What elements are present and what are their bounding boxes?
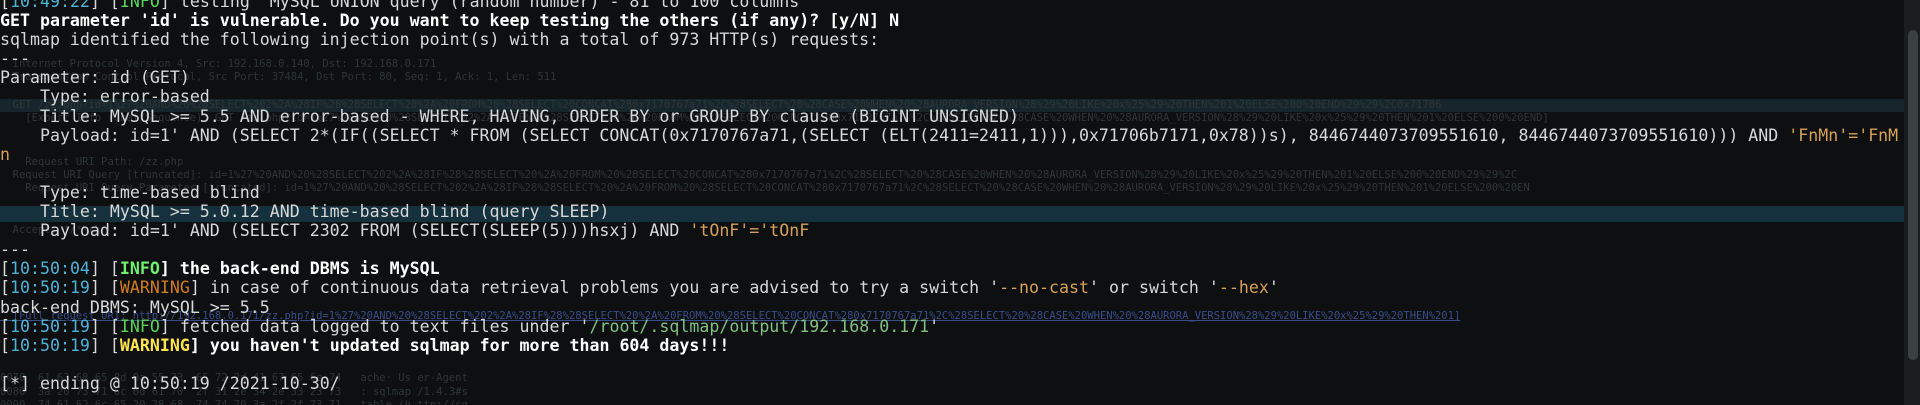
- terminal-text-segment: ---: [0, 240, 30, 260]
- terminal-text-segment: Parameter: id (GET): [0, 68, 190, 88]
- terminal-text-segment: Payload: id=1' AND (SELECT 2*(IF((SELECT…: [0, 125, 1789, 145]
- terminal-text-segment: Title: MySQL >= 5.5 AND error-based - WH…: [0, 106, 1020, 126]
- terminal-line: back-end DBMS: MySQL >= 5.5: [0, 298, 1920, 317]
- terminal-text-segment: ] [: [89, 278, 120, 298]
- terminal-text-segment: 10:50:19: [10, 316, 90, 336]
- terminal-text-segment: 'tOnF'='tOnF: [689, 221, 810, 241]
- terminal-scrollbar[interactable]: [1904, 0, 1920, 405]
- terminal-text-segment: /root/.sqlmap/output/192.168.0.171: [589, 316, 930, 336]
- scrollbar-thumb[interactable]: [1908, 30, 1918, 360]
- terminal-text-segment: ': [929, 316, 940, 336]
- terminal-line: ---: [0, 49, 1920, 68]
- terminal-line: GET parameter 'id' is vulnerable. Do you…: [0, 11, 1920, 30]
- terminal-line: Title: MySQL >= 5.5 AND error-based - WH…: [0, 107, 1920, 126]
- terminal-line: [10:50:19] [WARNING] you haven't updated…: [0, 336, 1920, 355]
- terminal-text-segment: [*] ending @ 10:50:19 /2021-10-30/: [0, 373, 340, 393]
- terminal-text-segment: 'FnMn'='FnM: [1788, 125, 1899, 145]
- terminal-text-segment: [: [0, 335, 10, 355]
- terminal-line: [10:50:19] [WARNING] in case of continuo…: [0, 278, 1920, 297]
- terminal-text-segment: Type: error-based: [0, 87, 210, 107]
- terminal-line: ---: [0, 240, 1920, 259]
- terminal-text-segment: ] [: [89, 335, 120, 355]
- terminal-text-segment: ] the back-end DBMS is MySQL: [159, 259, 440, 279]
- terminal-text-segment: ] testing 'MySQL UNION query (random num…: [159, 0, 810, 11]
- terminal-text-segment: ] fetched data logged to text files unde…: [159, 316, 590, 336]
- terminal-text-segment: [: [0, 278, 10, 298]
- terminal-line: Type: time-based blind: [0, 183, 1920, 202]
- terminal-text-segment: --hex: [1218, 278, 1269, 298]
- terminal-line: Parameter: id (GET): [0, 68, 1920, 87]
- terminal-line: Payload: id=1' AND (SELECT 2*(IF((SELECT…: [0, 126, 1920, 145]
- terminal-line: Type: error-based: [0, 87, 1920, 106]
- terminal-text-segment: GET parameter 'id' is vulnerable. Do you…: [0, 11, 900, 31]
- terminal-line: [*] ending @ 10:50:19 /2021-10-30/: [0, 374, 1920, 393]
- terminal-text-segment: back-end DBMS: MySQL >= 5.5: [0, 297, 270, 317]
- terminal-text-segment: ': [1268, 278, 1279, 298]
- terminal-text-segment: ---: [0, 49, 30, 69]
- terminal-text-segment: [: [0, 259, 10, 279]
- terminal-line: [10:50:19] [INFO] fetched data logged to…: [0, 317, 1920, 336]
- terminal-text-segment: 10:49:22: [10, 0, 90, 11]
- terminal-text-segment: ] [: [89, 316, 120, 336]
- terminal-line: Payload: id=1' AND (SELECT 2302 FROM (SE…: [0, 221, 1920, 240]
- terminal-text-segment: INFO: [119, 0, 160, 11]
- terminal-text-segment: [: [0, 316, 10, 336]
- terminal-text-segment: Title: MySQL >= 5.0.12 AND time-based bl…: [0, 202, 610, 222]
- terminal-line: [10:50:04] [INFO] the back-end DBMS is M…: [0, 259, 1920, 278]
- terminal-line: Title: MySQL >= 5.0.12 AND time-based bl…: [0, 202, 1920, 221]
- terminal-text-segment: sqlmap identified the following injectio…: [0, 30, 880, 50]
- terminal-text-segment: ] in case of continuous data retrieval p…: [189, 278, 1000, 298]
- terminal-text-segment: 10:50:04: [10, 259, 90, 279]
- terminal-text-segment: ' or switch ': [1089, 278, 1219, 298]
- terminal-text-segment: n: [0, 144, 10, 164]
- terminal-line: [10:49:22] [INFO] testing 'MySQL UNION q…: [0, 0, 1920, 11]
- terminal-line: sqlmap identified the following injectio…: [0, 30, 1920, 49]
- terminal-text-segment: 10:50:19: [10, 335, 90, 355]
- terminal-text-segment: Payload: id=1' AND (SELECT 2302 FROM (SE…: [0, 221, 690, 241]
- terminal-text-segment: WARNING: [119, 278, 190, 298]
- terminal-text-segment: Type: time-based blind: [0, 182, 260, 202]
- terminal-text-segment: --no-cast: [999, 278, 1089, 298]
- terminal-text-segment: INFO: [119, 316, 160, 336]
- terminal-text-segment: ] you haven't updated sqlmap for more th…: [189, 335, 730, 355]
- terminal-text-segment: INFO: [119, 259, 160, 279]
- terminal-text-segment: [: [0, 0, 10, 11]
- terminal-text-segment: 10:50:19: [10, 278, 90, 298]
- terminal-text-segment: ] [: [89, 259, 120, 279]
- terminal-line: n: [0, 145, 1920, 164]
- background-pane-line: 0090 74 61 62 6c 65 20 28 68 74 74 70 3a…: [0, 399, 468, 405]
- terminal-output[interactable]: [10:49:22] [INFO] testing 'MySQL UNION q…: [0, 0, 1920, 393]
- terminal-text-segment: WARNING: [119, 335, 190, 355]
- terminal-text-segment: ] [: [89, 0, 120, 11]
